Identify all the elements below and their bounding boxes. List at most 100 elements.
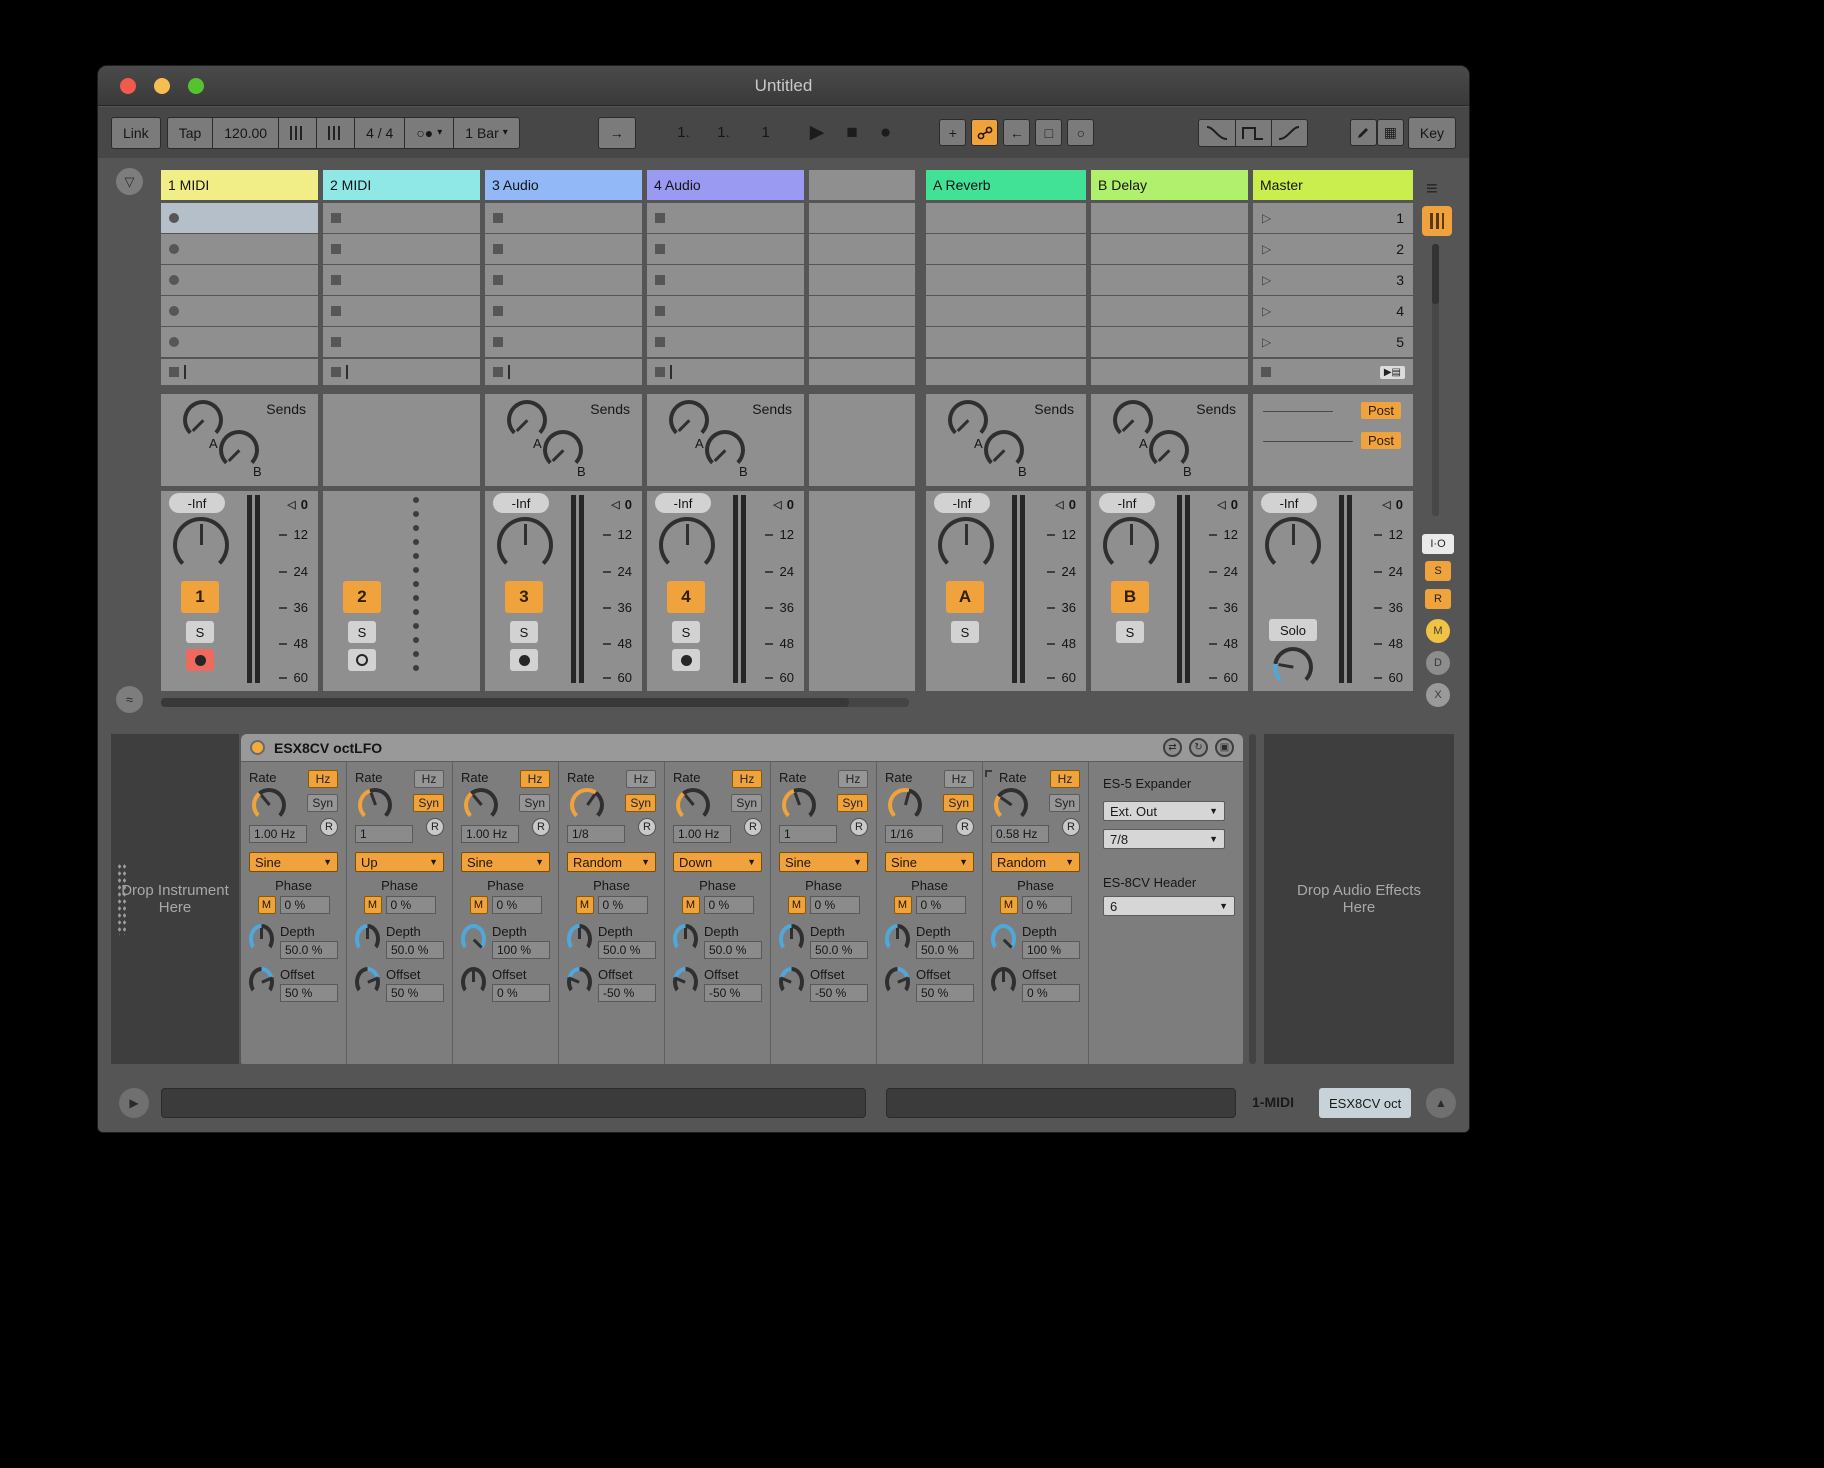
rate-value[interactable]: 1.00 Hz — [461, 825, 519, 843]
scene-launch[interactable]: ▷1 — [1253, 203, 1413, 233]
play-button[interactable]: ▶ — [810, 121, 825, 144]
phase-value[interactable]: 0 % — [1022, 896, 1072, 914]
tap-tempo-button[interactable]: Tap — [168, 118, 213, 148]
record-button[interactable]: ● — [880, 122, 891, 144]
show-returns-toggle[interactable]: R — [1425, 589, 1451, 609]
offset-value[interactable]: -50 % — [810, 984, 868, 1002]
reload-icon[interactable]: ↻ — [1189, 738, 1208, 757]
device-chain-divider[interactable] — [1249, 734, 1256, 1064]
solo-button[interactable]: S — [951, 621, 979, 643]
es5-output-select[interactable]: Ext. Out▼ — [1103, 801, 1225, 821]
depth-value[interactable]: 100 % — [1022, 941, 1080, 959]
volume-knob[interactable] — [1265, 517, 1321, 573]
clip-slot[interactable] — [485, 296, 642, 326]
track-drop-area[interactable] — [809, 170, 915, 691]
draw-mode-button[interactable] — [1350, 119, 1377, 146]
hz-toggle[interactable]: Hz — [520, 770, 550, 788]
hz-toggle[interactable]: Hz — [414, 770, 444, 788]
volume-knob[interactable] — [497, 517, 553, 573]
computer-midi-keyboard-button[interactable]: ▦ — [1377, 119, 1404, 146]
waveform-select[interactable]: Down▼ — [673, 852, 762, 872]
track-header[interactable]: B Delay — [1091, 170, 1248, 200]
retrigger-button[interactable]: R — [850, 818, 868, 836]
rate-knob[interactable] — [676, 788, 710, 822]
arm-button[interactable] — [510, 649, 538, 671]
syn-toggle[interactable]: Syn — [307, 794, 338, 812]
clip-slot[interactable] — [647, 296, 804, 326]
depth-value[interactable]: 50.0 % — [280, 941, 338, 959]
position-sixteenths[interactable]: 1 — [736, 124, 776, 141]
send-a-knob[interactable] — [1113, 400, 1153, 440]
offset-knob[interactable] — [461, 967, 486, 997]
track-header[interactable]: 4 Audio — [647, 170, 804, 200]
rate-knob[interactable] — [888, 788, 922, 822]
rate-knob[interactable] — [994, 788, 1028, 822]
decay-curve-button[interactable] — [1199, 120, 1235, 146]
tempo-display[interactable]: 120.00 — [212, 118, 278, 148]
depth-value[interactable]: 50.0 % — [386, 941, 444, 959]
offset-value[interactable]: -50 % — [704, 984, 762, 1002]
device-on-toggle[interactable] — [250, 740, 265, 755]
vertical-scrollbar[interactable] — [1432, 244, 1439, 516]
pre-post-toggle-b[interactable]: Post — [1361, 432, 1401, 449]
volume-knob[interactable] — [173, 517, 229, 573]
clip-stop-button[interactable] — [647, 359, 804, 385]
phase-value[interactable]: 0 % — [704, 896, 754, 914]
collapse-arrow-button[interactable]: ▽ — [116, 168, 143, 195]
depth-value[interactable]: 100 % — [492, 941, 550, 959]
rate-value[interactable]: 1/16 — [885, 825, 943, 843]
rate-knob[interactable] — [358, 788, 392, 822]
map-toggle[interactable]: M — [576, 896, 594, 914]
drop-audio-effects-area[interactable]: Drop Audio Effects Here — [1264, 734, 1454, 1064]
maximize-button[interactable] — [188, 78, 204, 94]
offset-knob[interactable] — [885, 967, 910, 997]
peak-level-display[interactable]: -Inf — [493, 493, 549, 513]
track-activator[interactable]: 2 — [343, 581, 381, 613]
rate-knob[interactable] — [570, 788, 604, 822]
syn-toggle[interactable]: Syn — [1049, 794, 1080, 812]
solo-button[interactable]: S — [348, 621, 376, 643]
rate-value[interactable]: 0.58 Hz — [991, 825, 1049, 843]
clip-slot[interactable] — [323, 234, 480, 264]
depth-value[interactable]: 50.0 % — [704, 941, 762, 959]
step-curve-button[interactable] — [1235, 120, 1271, 146]
metronome-button[interactable]: ○● ▾ — [404, 118, 453, 148]
solo-button[interactable]: S — [672, 621, 700, 643]
waveform-select[interactable]: Random▼ — [567, 852, 656, 872]
volume-knob[interactable] — [659, 517, 715, 573]
pre-post-toggle-a[interactable]: Post — [1361, 402, 1401, 419]
clip-stop-button[interactable] — [161, 359, 318, 385]
nudge-down-button[interactable] — [278, 118, 316, 148]
clip-slot[interactable] — [323, 203, 480, 233]
rate-value[interactable]: 1/8 — [567, 825, 625, 843]
depth-knob[interactable] — [249, 924, 274, 954]
syn-toggle[interactable]: Syn — [943, 794, 974, 812]
position-bars[interactable]: 1. — [656, 124, 696, 141]
depth-knob[interactable] — [567, 924, 592, 954]
retrigger-button[interactable]: R — [1062, 818, 1080, 836]
solo-cue-button[interactable]: Solo — [1269, 619, 1317, 641]
offset-value[interactable]: 0 % — [1022, 984, 1080, 1002]
automation-arm-button[interactable] — [971, 119, 998, 146]
clip-slot[interactable] — [485, 265, 642, 295]
depth-knob[interactable] — [461, 924, 486, 954]
key-map-button[interactable]: Key — [1409, 118, 1455, 148]
clip-slot[interactable] — [161, 234, 318, 264]
hz-toggle[interactable]: Hz — [1050, 770, 1080, 788]
clip-slot[interactable] — [161, 203, 318, 233]
depth-knob[interactable] — [779, 924, 804, 954]
crossfade-wave-button[interactable]: ≈ — [116, 686, 143, 713]
show-track-delay-toggle[interactable]: D — [1426, 651, 1450, 675]
follow-button[interactable]: → — [599, 118, 635, 148]
map-icon[interactable]: ⇄ — [1163, 738, 1182, 757]
track-header[interactable]: 1 MIDI — [161, 170, 318, 200]
preview-play-button[interactable]: ▶ — [119, 1088, 149, 1118]
retrigger-button[interactable]: R — [638, 818, 656, 836]
clip-slot[interactable] — [647, 234, 804, 264]
clip-slot[interactable] — [161, 265, 318, 295]
arm-button[interactable] — [672, 649, 700, 671]
quantization-menu[interactable]: 1 Bar ▾ — [453, 118, 519, 148]
clip-slot[interactable] — [161, 327, 318, 357]
show-crossfader-toggle[interactable]: X — [1426, 683, 1450, 707]
peak-level-display[interactable]: -Inf — [1261, 493, 1317, 513]
